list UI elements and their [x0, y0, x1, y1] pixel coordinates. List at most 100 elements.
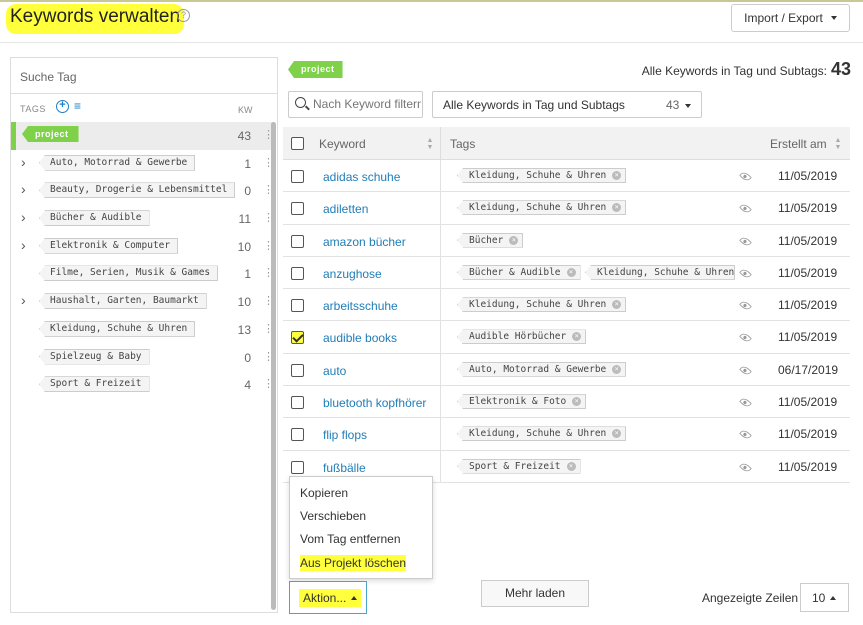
tag-chip[interactable]: Auto, Motorrad & Gewerbe [39, 154, 196, 171]
eye-icon[interactable] [739, 299, 752, 312]
import-export-button[interactable]: Import / Export [731, 4, 850, 32]
remove-tag-icon[interactable]: × [566, 267, 576, 277]
row-checkbox[interactable] [291, 170, 304, 183]
action-button[interactable]: Aktion... [289, 581, 367, 614]
tag-row[interactable]: Filme, Serien, Musik & Games 1 ⋮ [11, 260, 275, 288]
tag-row[interactable]: › Elektronik & Computer 10 ⋮ [11, 233, 275, 261]
tag-row-project[interactable]: project 43 ⋮ [11, 122, 275, 150]
keyword-link[interactable]: fußbälle [323, 461, 366, 475]
remove-tag-icon[interactable]: × [572, 332, 582, 342]
keyword-tag-chip[interactable]: Elektronik & Foto × [457, 394, 587, 410]
tag-row[interactable]: Sport & Freizeit 4 ⋮ [11, 371, 275, 399]
row-checkbox[interactable] [291, 396, 304, 410]
keyword-tag-chip[interactable]: Kleidung, Schuhe & Uhren × [457, 426, 627, 442]
action-menu-item[interactable]: Verschieben [300, 509, 366, 523]
tag-count: 1 [244, 267, 251, 282]
remove-tag-icon[interactable]: × [612, 364, 622, 374]
remove-tag-icon[interactable]: × [572, 397, 582, 407]
tag-chip[interactable]: Sport & Freizeit [39, 376, 150, 393]
keyword-tag-chip[interactable]: Kleidung, Schuhe & Uhren × [457, 200, 627, 216]
chevron-right-icon[interactable]: › [21, 237, 26, 253]
keyword-filter-box[interactable] [288, 91, 423, 118]
keyword-tag-chip[interactable]: Audible Hörbücher × [457, 329, 587, 345]
table-row: anzughose Bücher & Audible × Kleidung, Schu… [283, 256, 850, 290]
row-checkbox[interactable] [291, 202, 304, 216]
keyword-link[interactable]: adiletten [323, 202, 368, 216]
help-icon[interactable]: ? [177, 9, 190, 22]
row-checkbox[interactable] [291, 299, 304, 313]
action-menu-item[interactable]: Kopieren [300, 486, 348, 500]
keyword-link[interactable]: flip flops [323, 428, 367, 442]
sort-icon[interactable]: ▲ ▼ [834, 137, 842, 151]
tag-chip[interactable]: Kleidung, Schuhe & Uhren [39, 320, 196, 337]
tag-row[interactable]: Spielzeug & Baby 0 ⋮ [11, 344, 275, 372]
keyword-tag-chip[interactable]: Bücher × [457, 232, 524, 248]
tag-chip[interactable]: Filme, Serien, Musik & Games [39, 265, 219, 282]
rows-per-page-select[interactable]: 10 [800, 583, 849, 612]
add-tag-icon[interactable]: + [56, 100, 69, 113]
select-all-checkbox[interactable] [291, 137, 304, 150]
remove-tag-icon[interactable]: × [612, 203, 622, 213]
row-checkbox[interactable] [291, 363, 304, 377]
tag-search-input[interactable]: Suche Tag [11, 58, 277, 94]
eye-icon[interactable] [739, 170, 752, 183]
keyword-link[interactable]: adidas schuhe [323, 170, 400, 184]
tag-row[interactable]: › Bücher & Audible 11 ⋮ [11, 205, 275, 233]
tag-chip-project[interactable]: project [22, 126, 79, 142]
tag-chip[interactable]: Haushalt, Garten, Baumarkt [39, 293, 207, 310]
chevron-right-icon[interactable]: › [21, 181, 26, 197]
chevron-right-icon[interactable]: › [21, 154, 26, 170]
tag-chip[interactable]: Bücher & Audible [39, 210, 150, 227]
eye-icon[interactable] [739, 234, 752, 248]
eye-icon[interactable] [739, 460, 752, 474]
keyword-tag-chip[interactable]: Kleidung, Schuhe & Uhren × [457, 168, 627, 183]
load-more-button[interactable]: Mehr laden [481, 580, 589, 607]
keyword-link[interactable]: auto [323, 364, 346, 378]
row-checkbox[interactable] [291, 460, 304, 474]
action-menu-item[interactable]: Aus Projekt löschen [300, 555, 407, 571]
keyword-tag-chip[interactable]: Auto, Motorrad & Gewerbe × [457, 361, 627, 377]
keyword-link[interactable]: arbeitsschuhe [323, 299, 398, 313]
remove-tag-icon[interactable]: × [612, 171, 622, 180]
remove-tag-icon[interactable]: × [566, 461, 576, 471]
action-menu-item[interactable]: Vom Tag entfernen [300, 532, 401, 546]
row-checkbox[interactable] [291, 234, 304, 248]
keyword-tag-chip[interactable]: Kleidung, Schuhe & Uhren [585, 264, 735, 280]
remove-tag-icon[interactable]: × [612, 429, 622, 439]
sidebar-scrollbar[interactable] [271, 122, 276, 610]
keyword-tag-chip[interactable]: Kleidung, Schuhe & Uhren × [457, 297, 627, 313]
tag-chip[interactable]: Elektronik & Computer [39, 237, 179, 254]
tag-row[interactable]: › Beauty, Drogerie & Lebensmittel 0 ⋮ [11, 177, 275, 205]
eye-icon[interactable] [739, 396, 752, 409]
column-header-created[interactable]: Erstellt am [770, 137, 827, 151]
chevron-right-icon[interactable]: › [21, 209, 26, 225]
eye-icon[interactable] [739, 267, 752, 280]
eye-icon[interactable] [739, 428, 752, 442]
column-header-keyword[interactable]: Keyword [319, 137, 366, 151]
eye-icon[interactable] [739, 364, 752, 377]
tag-row[interactable]: Kleidung, Schuhe & Uhren 13 ⋮ [11, 316, 275, 344]
tag-chip[interactable]: Beauty, Drogerie & Lebensmittel [39, 182, 236, 199]
keyword-link[interactable]: amazon bücher [323, 235, 406, 249]
tag-row[interactable]: › Haushalt, Garten, Baumarkt 10 ⋮ [11, 288, 275, 316]
tag-row[interactable]: › Auto, Motorrad & Gewerbe 1 ⋮ [11, 150, 275, 178]
keyword-tag-chip[interactable]: Sport & Freizeit × [457, 458, 581, 474]
eye-icon[interactable] [739, 331, 752, 345]
keyword-tag-chip[interactable]: Bücher & Audible × [457, 264, 581, 280]
list-view-icon[interactable]: ≡ [74, 99, 81, 113]
eye-icon[interactable] [739, 202, 752, 216]
row-checkbox[interactable] [291, 266, 304, 280]
keyword-link[interactable]: anzughose [323, 267, 382, 281]
created-date: 11/05/2019 [778, 201, 838, 216]
scope-select[interactable]: Alle Keywords in Tag und Subtags 43 [432, 91, 702, 118]
row-checkbox[interactable] [291, 331, 304, 345]
remove-tag-icon[interactable]: × [509, 235, 519, 245]
row-checkbox[interactable] [291, 428, 304, 442]
tag-chip[interactable]: Spielzeug & Baby [39, 348, 150, 365]
keyword-filter-input[interactable] [313, 97, 421, 111]
remove-tag-icon[interactable]: × [612, 300, 622, 310]
keyword-link[interactable]: audible books [323, 331, 397, 345]
sort-icon[interactable]: ▲ ▼ [426, 137, 434, 151]
chevron-right-icon[interactable]: › [21, 292, 26, 308]
keyword-link[interactable]: bluetooth kopfhörer [323, 396, 426, 410]
